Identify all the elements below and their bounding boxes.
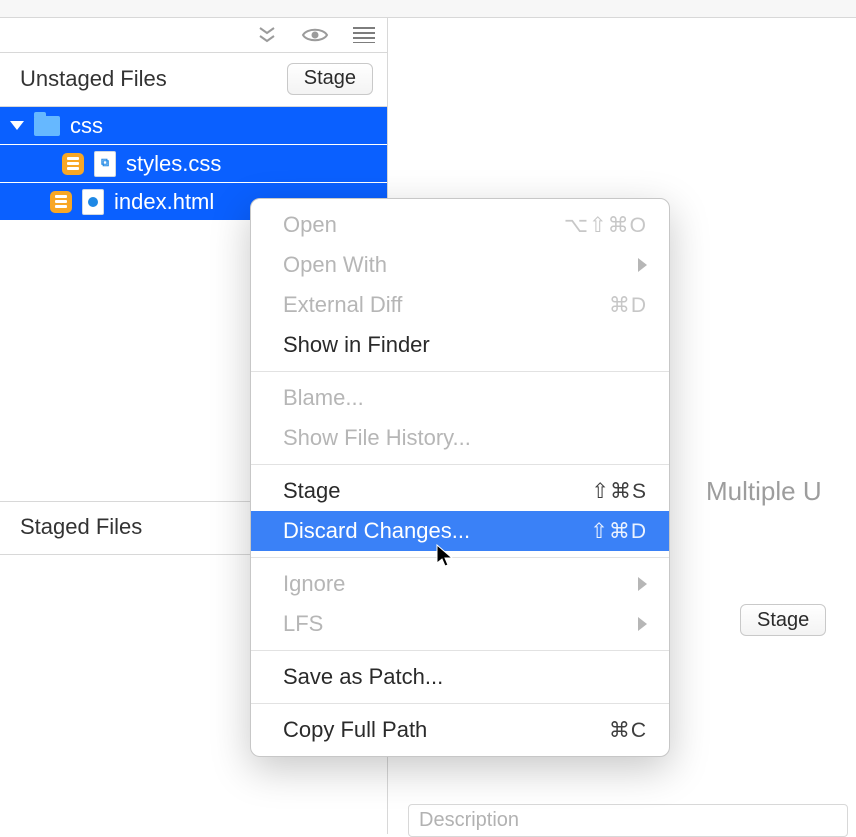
stage-button[interactable]: Stage [287, 63, 373, 95]
menu-separator [251, 371, 669, 372]
submenu-arrow-icon [638, 258, 647, 272]
panel-toolbar [0, 18, 387, 53]
menu-label: Blame... [283, 385, 364, 411]
menu-label: Ignore [283, 571, 345, 597]
modified-badge-icon [50, 191, 72, 213]
stage-button-label: Stage [304, 67, 356, 90]
menu-label: External Diff [283, 292, 402, 318]
menu-separator [251, 464, 669, 465]
commit-description-placeholder: Description [419, 809, 519, 831]
menu-separator [251, 557, 669, 558]
menu-label: Open With [283, 252, 387, 278]
tree-folder-label: css [70, 113, 103, 139]
context-menu: Open ⌥⇧⌘O Open With External Diff ⌘D Sho… [250, 198, 670, 757]
menu-shortcut: ⇧⌘D [590, 519, 647, 544]
menu-copy-full-path[interactable]: Copy Full Path ⌘C [251, 710, 669, 750]
tree-file-label: index.html [114, 189, 214, 215]
menu-label: Copy Full Path [283, 717, 427, 743]
modified-badge-icon [62, 153, 84, 175]
menu-label: Discard Changes... [283, 518, 470, 544]
multiple-selection-label: Multiple U [706, 476, 822, 507]
folder-icon [34, 116, 60, 136]
menu-blame[interactable]: Blame... [251, 378, 669, 418]
stage-button-right[interactable]: Stage [740, 604, 826, 636]
tree-folder-row[interactable]: css [0, 107, 387, 145]
menu-shortcut: ⌥⇧⌘O [564, 213, 647, 238]
double-chevron-down-icon[interactable] [257, 26, 277, 44]
menu-open-with[interactable]: Open With [251, 245, 669, 285]
menu-show-in-finder[interactable]: Show in Finder [251, 325, 669, 365]
menu-ignore[interactable]: Ignore [251, 564, 669, 604]
eye-icon[interactable] [301, 26, 329, 44]
submenu-arrow-icon [638, 617, 647, 631]
menu-stage[interactable]: Stage ⇧⌘S [251, 471, 669, 511]
menu-label: Stage [283, 478, 341, 504]
tree-file-label: styles.css [126, 151, 221, 177]
menu-shortcut: ⌘C [609, 718, 647, 743]
menu-shortcut: ⇧⌘S [591, 479, 647, 504]
submenu-arrow-icon [638, 577, 647, 591]
menu-show-file-history[interactable]: Show File History... [251, 418, 669, 458]
file-icon: ⧉ [94, 151, 116, 177]
disclosure-triangle-icon[interactable] [10, 121, 24, 130]
menu-label: Show File History... [283, 425, 471, 451]
menu-save-as-patch[interactable]: Save as Patch... [251, 657, 669, 697]
list-icon[interactable] [353, 27, 375, 43]
menu-open[interactable]: Open ⌥⇧⌘O [251, 205, 669, 245]
unstaged-header: Unstaged Files Stage [0, 53, 387, 107]
menu-separator [251, 650, 669, 651]
menu-lfs[interactable]: LFS [251, 604, 669, 644]
commit-description-input[interactable]: Description [408, 804, 848, 837]
menu-external-diff[interactable]: External Diff ⌘D [251, 285, 669, 325]
file-icon [82, 189, 104, 215]
tree-file-row[interactable]: ⧉ styles.css [0, 145, 387, 183]
menu-label: Open [283, 212, 337, 238]
menu-label: LFS [283, 611, 323, 637]
staged-title: Staged Files [20, 514, 142, 540]
menu-separator [251, 703, 669, 704]
stage-button-right-label: Stage [757, 609, 809, 632]
menu-shortcut: ⌘D [609, 293, 647, 318]
unstaged-title: Unstaged Files [20, 66, 167, 92]
window-titlebar-strip [0, 0, 856, 18]
menu-label: Save as Patch... [283, 664, 443, 690]
menu-label: Show in Finder [283, 332, 430, 358]
menu-discard-changes[interactable]: Discard Changes... ⇧⌘D [251, 511, 669, 551]
